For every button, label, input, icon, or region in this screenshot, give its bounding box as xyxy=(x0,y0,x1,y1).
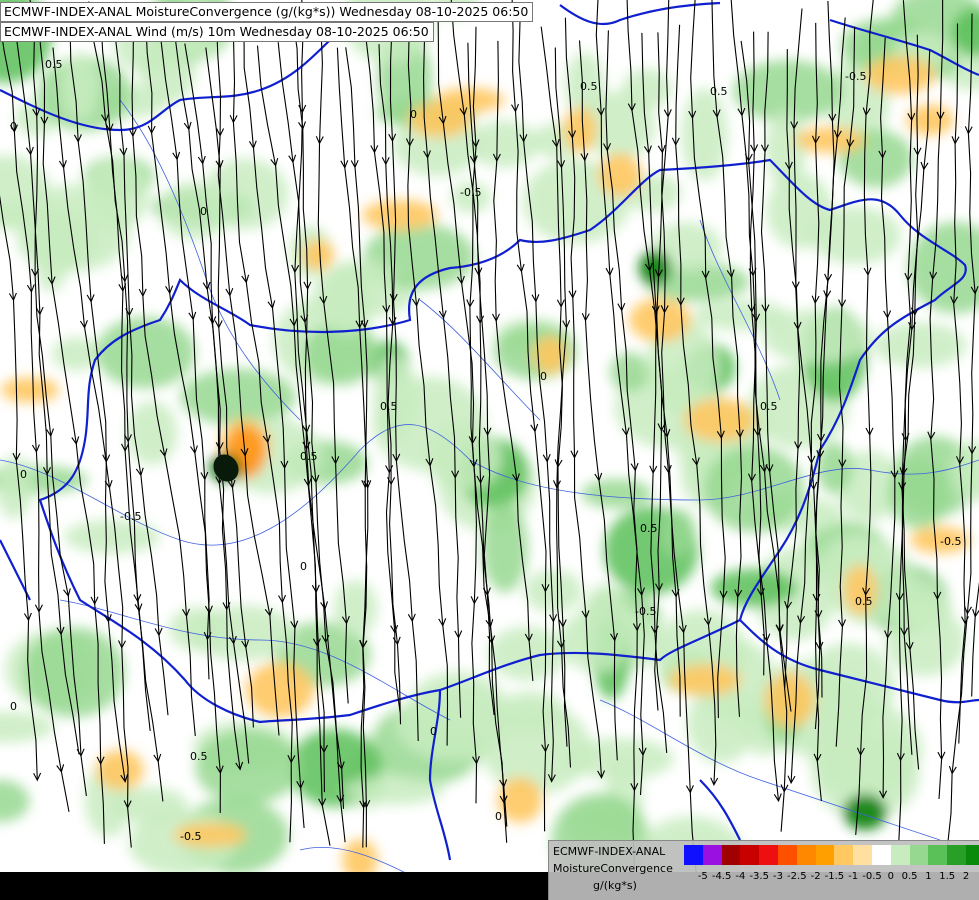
legend-tick-label: 0.5 xyxy=(901,871,918,882)
map-title-moisture: ECMWF-INDEX-ANAL MoistureConvergence (g/… xyxy=(0,2,534,22)
convergence-patch xyxy=(524,569,583,613)
legend-tick-label: -0.5 xyxy=(862,871,882,882)
convergence-patch xyxy=(168,606,229,651)
legend-swatch xyxy=(853,845,872,865)
legend-title: ECMWF-INDEX-ANAL xyxy=(553,845,666,858)
legend-tick-label: -2 xyxy=(810,871,821,882)
legend-tick-label: -3 xyxy=(773,871,783,882)
contour-label: 0.5 xyxy=(640,522,658,535)
convergence-patch xyxy=(0,779,30,823)
contour-label: 0 xyxy=(410,108,417,121)
legend-swatch xyxy=(684,845,703,865)
convergence-patch xyxy=(887,460,950,529)
contour-label: 0 xyxy=(430,725,437,738)
legend-tick-label: -3.5 xyxy=(749,871,769,882)
contour-label: 0.5 xyxy=(380,400,398,413)
contour-label: 0 xyxy=(300,560,307,573)
convergence-patch xyxy=(659,508,696,557)
divergence-patch xyxy=(362,199,438,231)
convergence-core xyxy=(639,250,671,286)
legend-swatch xyxy=(871,845,891,865)
contour-label: -0.5 xyxy=(845,70,866,83)
contour-label: 0.5 xyxy=(190,750,208,763)
contour-label: 0.5 xyxy=(45,58,63,71)
contour-label: 0 xyxy=(495,810,502,823)
legend-swatch xyxy=(777,845,797,865)
convergence-patch xyxy=(64,519,161,554)
legend-swatch xyxy=(928,845,948,865)
divergence-patch xyxy=(794,127,866,153)
legend-tick-label: -1 xyxy=(848,871,859,882)
legend-swatch xyxy=(721,845,741,865)
convergence-patch xyxy=(373,355,418,441)
legend-tick-label: 2 xyxy=(962,871,970,882)
convergence-patch xyxy=(334,580,378,637)
legend-tick-label: 1 xyxy=(925,871,932,882)
legend-swatch xyxy=(740,845,760,865)
contour-label: 0 xyxy=(20,468,27,481)
legend-tick-label: 0 xyxy=(887,871,894,882)
legend-swatch xyxy=(759,845,778,865)
contour-label: -0.5 xyxy=(940,535,961,548)
contour-label: 0.5 xyxy=(760,400,778,413)
divergence-patch xyxy=(906,104,954,136)
map-title-wind: ECMWF-INDEX-ANAL Wind (m/s) 10m Wednesda… xyxy=(0,22,434,42)
convergence-patch xyxy=(344,775,444,805)
convergence-patch xyxy=(610,352,649,392)
contour-label: -0.5 xyxy=(635,605,656,618)
convergence-patch xyxy=(762,309,872,364)
legend-unit: g/(kg*s) xyxy=(593,879,637,892)
legend-tick-label: -5 xyxy=(697,871,708,882)
convergence-patch xyxy=(884,605,966,676)
convergence-patch xyxy=(622,68,672,110)
contour-label: 0.5 xyxy=(855,595,873,608)
legend-swatch xyxy=(796,845,816,865)
legend-subtitle: MoistureConvergence xyxy=(553,862,673,875)
convergence-patch xyxy=(809,206,901,265)
convergence-patch xyxy=(96,316,196,389)
contour-label: -0.5 xyxy=(460,186,481,199)
convergence-patch xyxy=(816,442,853,494)
convergence-patch xyxy=(0,455,33,519)
contour-label: -0.5 xyxy=(120,510,141,523)
legend-tick-label: 1.5 xyxy=(939,871,956,882)
legend-tick-label: -4.5 xyxy=(711,871,732,882)
legend-swatch xyxy=(890,845,910,865)
legend-swatch xyxy=(965,845,979,865)
convergence-patch xyxy=(581,478,653,509)
contour-label: 0.5 xyxy=(300,450,318,463)
legend-tick-label: -4 xyxy=(735,871,746,882)
legend-tick-label: -2.5 xyxy=(787,871,807,882)
map-stage: 0.5 0 -0.5 0 0.5 0.5 0 -0.5 0 0.5 0 -0.5 0 0.5 -0.5 0.5… xyxy=(0,0,979,900)
divergence-patch xyxy=(96,749,144,791)
contour-label: -0.5 xyxy=(180,830,201,843)
legend-swatches xyxy=(684,845,979,865)
country-border xyxy=(559,1,721,25)
legend-swatch xyxy=(815,845,835,865)
color-legend: ECMWF-INDEX-ANAL MoistureConvergence g/(… xyxy=(548,840,979,900)
contour-label: 0 xyxy=(200,205,207,218)
weather-map: 0.5 0 -0.5 0 0.5 0.5 0 -0.5 0 0.5 0 -0.5 0 0.5 -0.5 0.5… xyxy=(0,0,979,891)
convergence-patch xyxy=(195,729,301,804)
contour-label: 0 xyxy=(540,370,547,383)
contour-label: 0 xyxy=(10,700,17,713)
legend-swatch xyxy=(834,845,854,865)
legend-swatch xyxy=(702,845,722,865)
divergence-patch xyxy=(563,107,597,153)
legend-swatch xyxy=(909,845,929,865)
divergence-patch xyxy=(245,662,315,718)
convergence-patch xyxy=(0,711,55,743)
contour-label: 0 xyxy=(10,120,17,133)
moisture-convergence-field xyxy=(0,0,979,891)
divergence-patch xyxy=(864,55,936,95)
contour-label: 0.5 xyxy=(710,85,728,98)
divergence-patch xyxy=(0,377,60,403)
convergence-patch xyxy=(703,446,805,533)
convergence-core xyxy=(843,794,887,830)
legend-tick-label: -1.5 xyxy=(824,871,845,882)
contour-label: 0.5 xyxy=(580,80,598,93)
legend-swatch xyxy=(947,845,966,865)
legend-ticks: -5 -4.5 -4 -3.5 -3 -2.5 -2 -1.5 -1 -0.5 0 0.5 1 1.5 2 xyxy=(684,871,979,887)
convergence-patch xyxy=(60,53,100,121)
